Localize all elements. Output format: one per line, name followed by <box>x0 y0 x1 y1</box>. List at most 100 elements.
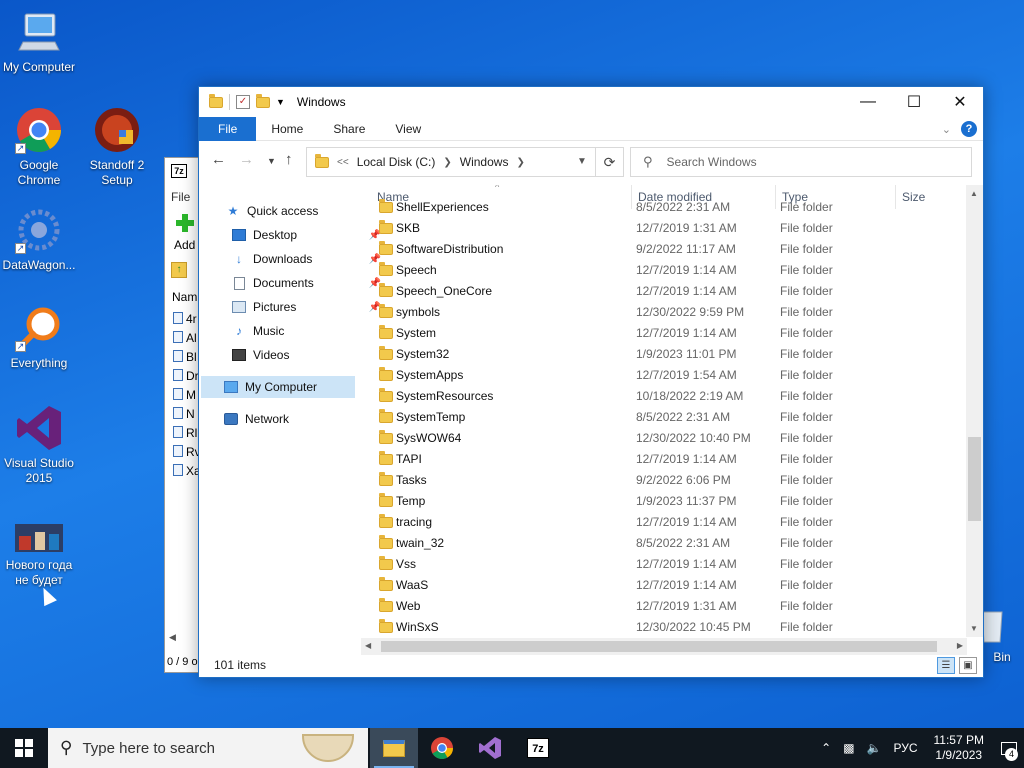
datawagon-icon: ↗ <box>15 206 63 254</box>
table-row[interactable]: WaaS 12/7/2019 1:14 AM File folder <box>361 575 967 596</box>
table-row[interactable]: Tasks 9/2/2022 6:06 PM File folder <box>361 470 967 491</box>
search-box[interactable]: ⚲ Search Windows <box>630 147 972 177</box>
desktop-icon-standoff-setup[interactable]: Standoff 2 Setup <box>78 106 156 188</box>
table-row[interactable]: SystemApps 12/7/2019 1:54 AM File folder <box>361 365 967 386</box>
taskbar-search-box[interactable]: ⚲ Type here to search <box>48 728 368 768</box>
details-view-icon[interactable]: ☰ <box>937 657 955 674</box>
breadcrumb-separator-icon[interactable]: ❯ <box>443 157 451 168</box>
input-language[interactable]: РУС <box>893 741 917 755</box>
nav-videos[interactable]: Videos <box>231 344 321 366</box>
search-highlight-icon[interactable] <box>302 734 354 762</box>
table-row[interactable]: Speech_OneCore 12/7/2019 1:14 AM File fold… <box>361 281 967 302</box>
file-list[interactable]: ^ Name Date modified Type Size ShellExpe… <box>361 185 967 637</box>
table-row[interactable]: SystemTemp 8/5/2022 2:31 AM File folder <box>361 407 967 428</box>
address-bar[interactable]: << Local Disk (C:) ❯ Windows ❯ ▼ ⟳ <box>306 147 624 177</box>
add-plus-icon[interactable] <box>176 214 194 232</box>
desktop-icon-visual-studio[interactable]: Visual Studio 2015 <box>0 404 78 486</box>
system-tray: ⌃ ▩ 🔈 РУС 11:57 PM 1/9/2023 4 <box>815 728 1024 768</box>
refresh-icon[interactable]: ⟳ <box>595 148 623 176</box>
nav-desktop[interactable]: Desktop 📌 <box>231 224 381 246</box>
breadcrumb-local-disk[interactable]: Local Disk (C:) <box>357 155 436 169</box>
scroll-thumb[interactable] <box>381 641 937 652</box>
desktop-icon-video-file[interactable]: Нового года не будет <box>0 518 78 588</box>
expand-ribbon-chevron-icon[interactable]: ⌄ <box>942 123 951 136</box>
table-row[interactable]: SKB 12/7/2019 1:31 AM File folder <box>361 218 967 239</box>
scroll-right-icon[interactable]: ▶ <box>957 641 963 650</box>
table-row[interactable]: ShellExperiences 8/5/2022 2:31 AM File fol… <box>361 197 967 218</box>
table-row[interactable]: Web 12/7/2019 1:31 AM File folder <box>361 596 967 617</box>
tab-file[interactable]: File <box>199 116 257 141</box>
taskbar-file-explorer[interactable] <box>370 728 418 768</box>
minimize-button[interactable]: — <box>845 87 891 117</box>
table-row[interactable]: System32 1/9/2023 11:01 PM File folder <box>361 344 967 365</box>
table-row[interactable]: Speech 12/7/2019 1:14 AM File folder <box>361 260 967 281</box>
table-row[interactable]: twain_32 8/5/2022 2:31 AM File folder <box>361 533 967 554</box>
taskbar-visual-studio[interactable] <box>466 728 514 768</box>
scroll-left-icon[interactable]: ◀ <box>365 641 371 650</box>
nav-my-computer[interactable]: My Computer <box>201 376 355 398</box>
maximize-button[interactable]: ☐ <box>891 87 937 117</box>
new-folder-icon[interactable] <box>256 93 270 108</box>
volume-icon[interactable]: 🔈 <box>867 741 882 755</box>
desktop-icon-everything[interactable]: ↗ Everything <box>0 304 78 371</box>
horizontal-scrollbar[interactable]: ◀ ▶ <box>361 638 967 655</box>
taskbar-clock[interactable]: 11:57 PM 1/9/2023 <box>934 733 984 763</box>
up-arrow-icon[interactable]: ↑ <box>285 151 293 168</box>
action-center-button[interactable]: 4 <box>994 728 1024 768</box>
table-row[interactable]: symbols 12/30/2022 9:59 PM File folder <box>361 302 967 323</box>
scroll-thumb[interactable] <box>968 437 981 521</box>
scroll-down-icon[interactable]: ▼ <box>970 624 978 633</box>
folder-up-icon[interactable]: ↑ <box>171 262 187 278</box>
table-row[interactable]: TAPI 12/7/2019 1:14 AM File folder <box>361 449 967 470</box>
network-status-icon[interactable]: ▩ <box>843 741 854 755</box>
tab-view[interactable]: View <box>380 117 436 141</box>
sevenzip-menu-file[interactable]: File <box>171 190 190 204</box>
desktop-icon-my-computer[interactable]: My Computer <box>0 8 78 75</box>
nav-quick-access[interactable]: ★ Quick access <box>225 200 355 222</box>
vertical-scrollbar[interactable]: ▲ ▼ <box>966 185 983 637</box>
taskbar-chrome[interactable] <box>418 728 466 768</box>
table-row[interactable]: SystemResources 10/18/2022 2:19 AM File fo… <box>361 386 967 407</box>
nav-documents[interactable]: Documents 📌 <box>231 272 381 294</box>
file-type: File folder <box>780 431 833 445</box>
forward-arrow-icon[interactable]: → <box>239 151 254 168</box>
address-overflow[interactable]: << <box>337 157 349 168</box>
nav-downloads[interactable]: ↓ Downloads 📌 <box>231 248 381 270</box>
help-icon[interactable]: ? <box>961 121 977 137</box>
taskbar-7zip[interactable]: 7z <box>514 728 562 768</box>
file-type: File folder <box>780 284 833 298</box>
breadcrumb-separator-icon[interactable]: ❯ <box>516 157 524 168</box>
file-type: File folder <box>780 515 833 529</box>
folder-icon <box>379 325 393 339</box>
table-row[interactable]: System 12/7/2019 1:14 AM File folder <box>361 323 967 344</box>
nav-music[interactable]: ♪ Music <box>231 320 321 342</box>
address-history-chevron-icon[interactable]: ▼ <box>572 148 592 176</box>
large-icons-view-icon[interactable]: ▣ <box>959 657 977 674</box>
breadcrumb-windows[interactable]: Windows <box>460 155 509 169</box>
customize-quick-access-icon[interactable]: ▼ <box>276 97 285 107</box>
show-hidden-icons-chevron-icon[interactable]: ⌃ <box>821 741 831 755</box>
scroll-up-icon[interactable]: ▲ <box>970 189 978 198</box>
back-arrow-icon[interactable]: ← <box>211 151 226 168</box>
table-row[interactable]: SoftwareDistribution 9/2/2022 11:17 AM Fil… <box>361 239 967 260</box>
table-row[interactable]: tracing 12/7/2019 1:14 AM File folder <box>361 512 967 533</box>
close-button[interactable]: ✕ <box>937 87 983 117</box>
desktop-icon-datawagon[interactable]: ↗ DataWagon... <box>0 206 78 273</box>
nav-pictures[interactable]: Pictures 📌 <box>231 296 381 318</box>
sevenzip-hscroll-left[interactable]: ◀ <box>169 632 176 643</box>
desktop-icon-google-chrome[interactable]: ↗ Google Chrome <box>0 106 78 188</box>
start-button[interactable] <box>0 728 48 768</box>
title-bar[interactable]: ✓ ▼ Windows — ☐ ✕ <box>199 87 983 117</box>
file-date-modified: 12/7/2019 1:54 AM <box>636 368 737 382</box>
table-row[interactable]: WinSxS 12/30/2022 10:45 PM File folder <box>361 617 967 637</box>
add-button-label[interactable]: Add <box>174 238 195 252</box>
nav-network[interactable]: Network <box>223 408 343 430</box>
tab-home[interactable]: Home <box>256 117 318 141</box>
tab-share[interactable]: Share <box>318 117 380 141</box>
table-row[interactable]: Temp 1/9/2023 11:37 PM File folder <box>361 491 967 512</box>
table-row[interactable]: Vss 12/7/2019 1:14 AM File folder <box>361 554 967 575</box>
recent-locations-chevron-icon[interactable]: ▼ <box>267 156 276 166</box>
properties-check-icon[interactable]: ✓ <box>236 95 250 109</box>
table-row[interactable]: SysWOW64 12/30/2022 10:40 PM File folder <box>361 428 967 449</box>
explorer-window[interactable]: ✓ ▼ Windows — ☐ ✕ File Home Share View ⌄… <box>198 86 984 678</box>
